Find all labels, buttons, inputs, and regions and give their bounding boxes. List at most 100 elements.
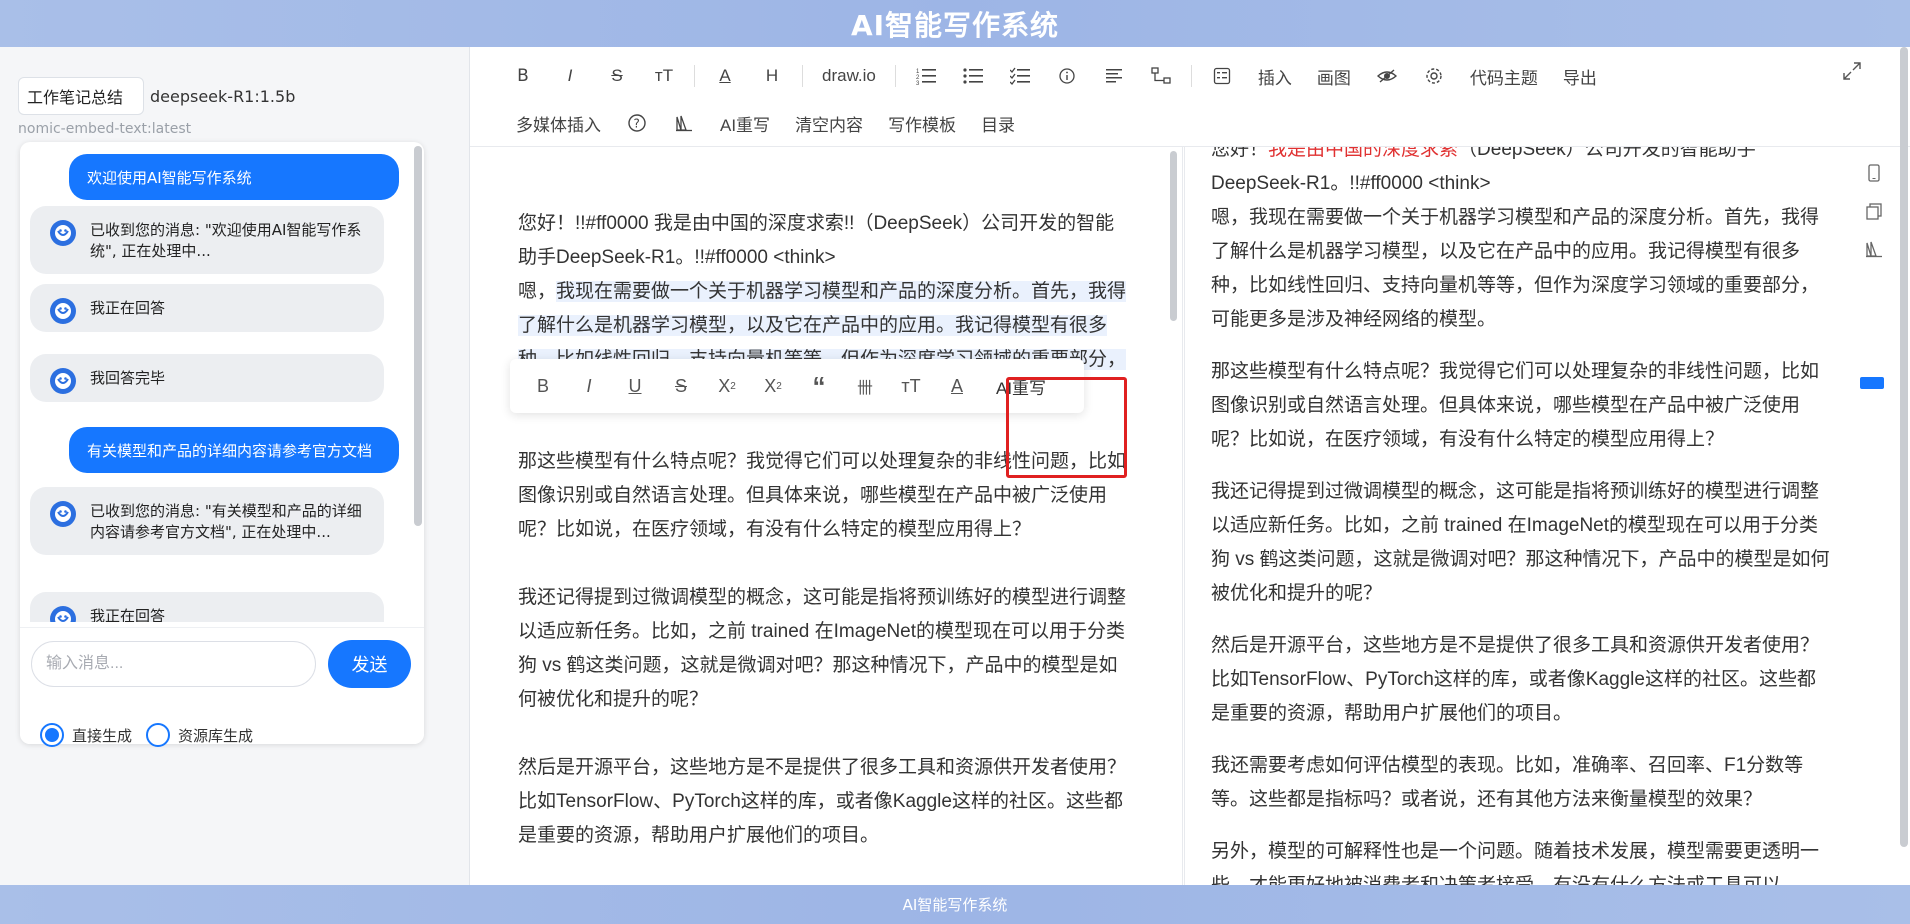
toolbar-divider: [802, 65, 803, 87]
clear-content-button[interactable]: 清空内容: [789, 106, 869, 140]
bot-message-text: 我回答完毕: [90, 369, 166, 387]
chat-scrollbar[interactable]: [414, 146, 422, 526]
draw-button[interactable]: 画图: [1311, 59, 1357, 93]
bold-icon[interactable]: B: [526, 368, 560, 404]
preview-pane: 您好！我是由中国的深度求索（DeepSeek）公司开发的智能助手DeepSeek…: [1184, 147, 1910, 885]
bold-icon[interactable]: B: [506, 59, 540, 93]
font-size-icon[interactable]: тT: [894, 368, 928, 404]
user-message: 欢迎使用AI智能写作系统: [69, 154, 399, 200]
superscript-icon[interactable]: X2: [756, 368, 790, 404]
model-info: 工作笔记总结 deepseek-R1:1.5b nomic-embed-text…: [18, 77, 458, 137]
hashtag-icon[interactable]: 卌: [848, 368, 882, 404]
bot-avatar-icon: [50, 298, 76, 324]
user-message: 有关模型和产品的详细内容请参考官方文档: [69, 427, 399, 473]
italic-icon[interactable]: I: [572, 368, 606, 404]
italic-icon[interactable]: I: [553, 59, 587, 93]
toolbar-divider: [894, 65, 896, 87]
red-text: 我是由中国的深度求索: [1268, 147, 1459, 160]
font-size-icon[interactable]: тT: [647, 59, 681, 93]
export-button[interactable]: 导出: [1557, 59, 1603, 93]
radio-unchecked-icon: [146, 723, 171, 747]
help-icon[interactable]: ?: [620, 106, 654, 140]
paragraph-text: 您好！!!#ff0000 我是由中国的深度求索!!（DeepSeek）公司开发的…: [518, 213, 1115, 268]
paragraph: 我还需要考虑如何评估模型的表现。比如，准确率、召回率、F1分数等等。这些都是指标…: [1211, 755, 1804, 810]
media-insert-button[interactable]: 多媒体插入: [510, 106, 607, 140]
insert-button[interactable]: 插入: [1252, 59, 1298, 93]
paragraph: 我还记得提到过微调模型的概念，这可能是指将预训练好的模型进行调整以适应新任务。比…: [1211, 481, 1830, 604]
underline-icon[interactable]: U: [618, 368, 652, 404]
radio-label: 资源库生成: [178, 726, 254, 745]
font-color-icon[interactable]: A: [940, 368, 974, 404]
code-theme-button[interactable]: 代码主题: [1464, 59, 1544, 93]
settings-gear-icon[interactable]: [1417, 59, 1451, 93]
drawio-button[interactable]: draw.io: [816, 59, 882, 93]
paragraph: 那这些模型有什么特点呢？我觉得它们可以处理复杂的非线性问题，比如图像识别或自然语…: [1211, 361, 1820, 450]
bot-avatar-icon: [50, 501, 76, 527]
send-button[interactable]: 发送: [328, 640, 411, 688]
subscript-icon[interactable]: X2: [710, 368, 744, 404]
paragraph: 那这些模型有什么特点呢？我觉得它们可以处理复杂的非线性问题，比如图像识别或自然语…: [518, 451, 1127, 540]
chat-input[interactable]: [31, 641, 316, 687]
ordered-list-icon[interactable]: 123: [909, 59, 943, 93]
radio-direct-generate[interactable]: 直接生成: [40, 723, 132, 747]
ai-rewrite-button[interactable]: AI重写: [714, 106, 776, 140]
paragraph-text: 嗯，我现在需要做一个关于机器学习模型和产品的深度分析。首先，我得了解什么是机器学…: [1211, 207, 1820, 330]
preview-text: 您好！我是由中国的深度求索（DeepSeek）公司开发的智能助手DeepSeek…: [1211, 147, 1831, 885]
selection-toolbar: B I U S X2 X2 “ 卌 тT A AI重写: [510, 359, 1084, 413]
toolbar-divider: [1190, 65, 1192, 87]
radio-library-generate[interactable]: 资源库生成: [146, 723, 253, 747]
fullscreen-expand-icon[interactable]: [1842, 61, 1862, 86]
markdown-editor: B I S тT A H draw.io 123 插入 画图 代码主题 导出 多…: [470, 47, 1910, 885]
toc-button[interactable]: 目录: [975, 106, 1021, 140]
unordered-list-icon[interactable]: [956, 59, 990, 93]
checklist-icon[interactable]: [1003, 59, 1037, 93]
editor-toolbar: B I S тT A H draw.io 123 插入 画图 代码主题 导出 多…: [470, 47, 1910, 147]
editor-source-pane[interactable]: 您好！!!#ff0000 我是由中国的深度求索!!（DeepSeek）公司开发的…: [470, 147, 1183, 885]
bot-message: 我正在回答: [30, 284, 384, 332]
info-icon[interactable]: [1050, 59, 1084, 93]
editor-text[interactable]: 您好！!!#ff0000 我是由中国的深度求索!!（DeepSeek）公司开发的…: [518, 207, 1128, 885]
mobile-preview-icon[interactable]: [1864, 163, 1886, 185]
bot-message-text: 已收到您的消息: "欢迎使用AI智能写作系统", 正在处理中...: [90, 221, 362, 260]
svg-text:?: ?: [634, 117, 640, 131]
quote-icon[interactable]: “: [802, 368, 836, 404]
radio-checked-icon: [40, 723, 64, 747]
bot-message-text: 我正在回答: [90, 299, 166, 317]
strikethrough-icon[interactable]: S: [664, 368, 698, 404]
writing-book-icon[interactable]: [667, 106, 701, 140]
template-select[interactable]: 工作笔记总结: [18, 77, 144, 115]
mindmap-icon[interactable]: [1144, 59, 1178, 93]
align-icon[interactable]: [1097, 59, 1131, 93]
chat-box: 欢迎使用AI智能写作系统 已收到您的消息: "欢迎使用AI智能写作系统", 正在…: [20, 142, 424, 744]
preview-eye-icon[interactable]: [1370, 59, 1404, 93]
page-scrollbar[interactable]: [1900, 47, 1908, 847]
paragraph: 然后是开源平台，这些地方是不是提供了很多工具和资源供开发者使用？比如Tensor…: [518, 757, 1127, 846]
bot-message: 我回答完毕: [30, 354, 384, 402]
bot-message-text: 已收到您的消息: "有关模型和产品的详细内容请参考官方文档", 正在处理中...: [90, 502, 362, 541]
app-header: AI智能写作系统: [0, 0, 1910, 47]
strikethrough-icon[interactable]: S: [600, 59, 634, 93]
paragraph: 然后是开源平台，这些地方是不是提供了很多工具和资源供开发者使用？比如Tensor…: [1211, 635, 1820, 724]
writing-template-button[interactable]: 写作模板: [882, 106, 962, 140]
bot-message: 已收到您的消息: "有关模型和产品的详细内容请参考官方文档", 正在处理中...: [30, 487, 384, 555]
svg-text:3: 3: [916, 81, 920, 85]
bot-avatar-icon: [50, 606, 76, 622]
app-footer: AI智能写作系统: [0, 885, 1910, 924]
toolbar-divider: [694, 65, 695, 87]
paragraph-text: 您好！: [1211, 147, 1269, 160]
outline-indicator[interactable]: [1860, 377, 1884, 389]
paragraph: 另外，模型的可解释性也是一个问题。随着技术发展，模型需要更透明一些，才能更好地被…: [1211, 841, 1820, 885]
writing-book-icon[interactable]: [1864, 239, 1886, 261]
copy-icon[interactable]: [1864, 201, 1886, 223]
toolbar-row-1: B I S тT A H draw.io 123 插入 画图 代码主题 导出: [506, 56, 1616, 96]
footer-text: AI智能写作系统: [902, 896, 1008, 914]
editor-scrollbar[interactable]: [1170, 151, 1177, 321]
chat-messages[interactable]: 欢迎使用AI智能写作系统 已收到您的消息: "欢迎使用AI智能写作系统", 正在…: [20, 142, 424, 622]
ai-rewrite-selection-button[interactable]: AI重写: [986, 368, 1056, 404]
embed-model-name: nomic-embed-text:latest: [18, 121, 192, 137]
font-color-icon[interactable]: A: [708, 59, 742, 93]
app-title: AI智能写作系统: [850, 8, 1060, 42]
bot-avatar-icon: [50, 368, 76, 394]
heading-icon[interactable]: H: [755, 59, 789, 93]
table-icon[interactable]: [1205, 59, 1239, 93]
